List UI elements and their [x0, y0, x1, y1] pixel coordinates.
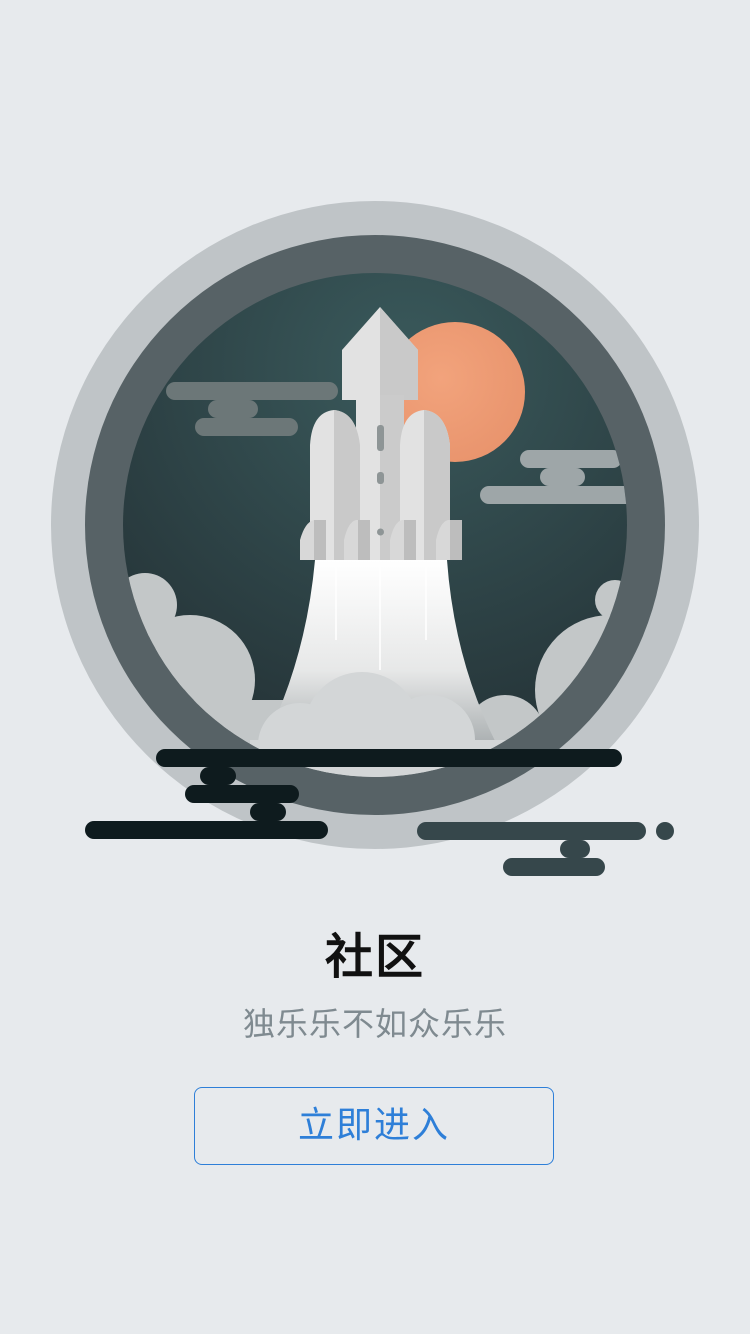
rocket-launch-illustration	[51, 201, 699, 876]
page-title: 社区	[324, 929, 425, 985]
enter-now-button[interactable]: 立即进入	[194, 1087, 554, 1165]
foreground-clouds-grey	[417, 822, 674, 876]
page-subtitle: 独乐乐不如众乐乐	[242, 1005, 507, 1043]
